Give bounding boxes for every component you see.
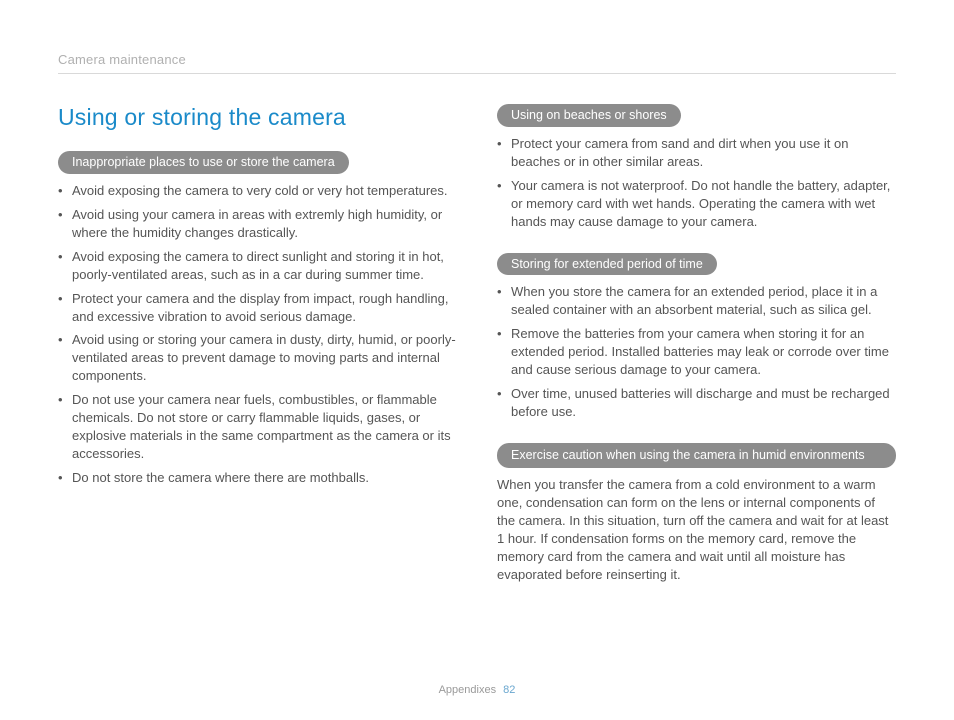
footer-page-number: 82 — [503, 684, 515, 696]
page-title: Using or storing the camera — [58, 104, 457, 131]
subheading-pill: Inappropriate places to use or store the… — [58, 151, 349, 174]
content-columns: Using or storing the camera Inappropriat… — [58, 104, 896, 606]
list-item: Avoid exposing the camera to direct sunl… — [58, 248, 457, 284]
breadcrumb: Camera maintenance — [58, 52, 896, 67]
list-item: Avoid exposing the camera to very cold o… — [58, 182, 457, 200]
group-inappropriate-places: Inappropriate places to use or store the… — [58, 151, 457, 487]
list-item: Do not use your camera near fuels, combu… — [58, 391, 457, 463]
bullet-list: Protect your camera from sand and dirt w… — [497, 135, 896, 231]
list-item: Over time, unused batteries will dischar… — [497, 385, 896, 421]
page-footer: Appendixes 82 — [0, 684, 954, 696]
manual-page: Camera maintenance Using or storing the … — [0, 0, 954, 720]
group-beaches: Using on beaches or shores Protect your … — [497, 104, 896, 231]
footer-section: Appendixes — [439, 684, 497, 696]
group-humid-environments: Exercise caution when using the camera i… — [497, 443, 896, 584]
list-item: Protect your camera and the display from… — [58, 290, 457, 326]
list-item: When you store the camera for an extende… — [497, 283, 896, 319]
right-column: Using on beaches or shores Protect your … — [497, 104, 896, 606]
list-item: Do not store the camera where there are … — [58, 469, 457, 487]
bullet-list: Avoid exposing the camera to very cold o… — [58, 182, 457, 487]
header-divider — [58, 73, 896, 74]
bullet-list: When you store the camera for an extende… — [497, 283, 896, 421]
group-storing-extended: Storing for extended period of time When… — [497, 253, 896, 421]
subheading-pill: Storing for extended period of time — [497, 253, 717, 276]
subheading-pill: Using on beaches or shores — [497, 104, 681, 127]
left-column: Using or storing the camera Inappropriat… — [58, 104, 457, 606]
list-item: Your camera is not waterproof. Do not ha… — [497, 177, 896, 231]
list-item: Avoid using your camera in areas with ex… — [58, 206, 457, 242]
list-item: Avoid using or storing your camera in du… — [58, 331, 457, 385]
paragraph: When you transfer the camera from a cold… — [497, 476, 896, 584]
list-item: Protect your camera from sand and dirt w… — [497, 135, 896, 171]
subheading-pill: Exercise caution when using the camera i… — [497, 443, 896, 468]
list-item: Remove the batteries from your camera wh… — [497, 325, 896, 379]
